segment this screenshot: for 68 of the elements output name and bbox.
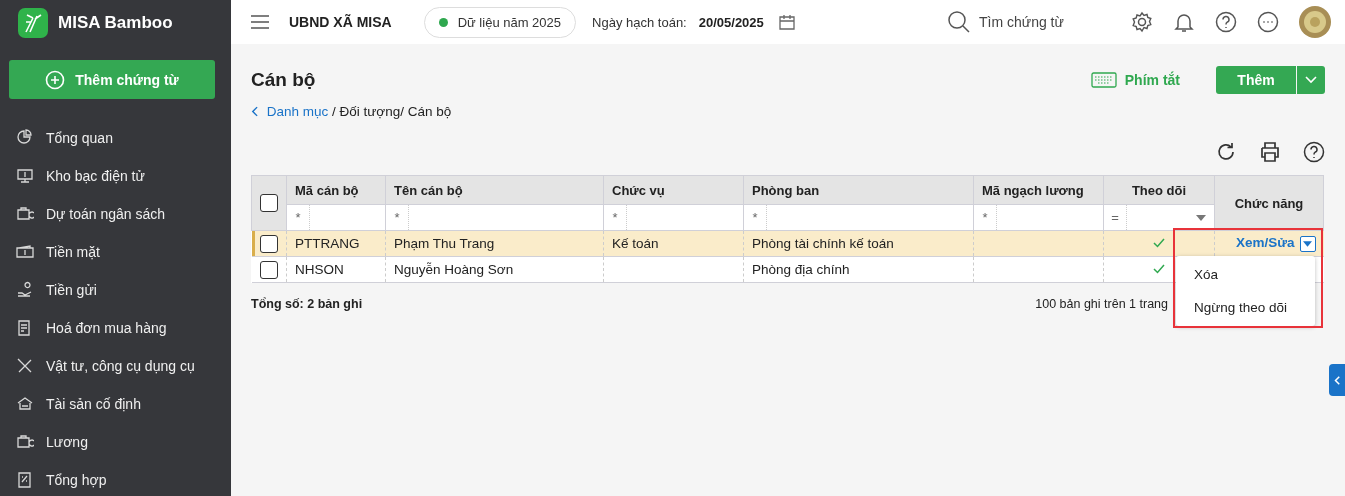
bamboo-logo-icon: [18, 8, 48, 38]
table-cell: Phạm Thu Trang: [394, 236, 495, 251]
column-header: Mã cán bộ: [286, 175, 386, 205]
table-cell: PTTRANG: [295, 236, 360, 251]
breadcrumb-link[interactable]: Danh mục: [251, 104, 329, 119]
menu-item-icon: [16, 395, 34, 413]
menu-item-icon: [16, 471, 34, 489]
column-header: Chức năng: [1214, 175, 1324, 231]
notification-bell-icon[interactable]: [1173, 11, 1195, 33]
table-cell: Phòng tài chính kế toán: [752, 236, 894, 251]
column-header: Tên cán bộ: [385, 175, 604, 205]
calendar-icon[interactable]: [777, 13, 796, 31]
menu-item-icon: [16, 167, 34, 185]
table-cell: Nguyễn Hoàng Sơn: [394, 262, 514, 277]
panel-toggle-button[interactable]: [1329, 364, 1345, 396]
sidebar-item[interactable]: Tổng hợp: [0, 461, 231, 496]
menu-item-icon: [16, 205, 34, 223]
menu-item-icon: [16, 243, 34, 261]
table-cell: NHSON: [295, 262, 344, 277]
search-icon: [947, 10, 971, 34]
sidebar-item[interactable]: Tài sản cố định: [0, 385, 231, 423]
table-cell: Phòng địa chính: [752, 262, 850, 277]
menu-item[interactable]: Ngừng theo dõi: [1176, 291, 1315, 324]
help-icon[interactable]: [1303, 141, 1325, 163]
settings-icon[interactable]: [1131, 11, 1153, 33]
keyboard-icon: [1090, 72, 1117, 88]
print-icon[interactable]: [1259, 141, 1281, 163]
user-avatar[interactable]: [1299, 6, 1331, 38]
plus-circle-icon: [45, 69, 66, 90]
breadcrumb-path: / Đối tượng/ Cán bộ: [331, 104, 452, 119]
data-year-selector[interactable]: Dữ liệu năm 2025: [423, 6, 577, 38]
sidebar-item[interactable]: Hoá đơn mua hàng: [0, 309, 231, 347]
posting-date: 20/05/2025: [698, 14, 764, 30]
select-all-checkbox[interactable]: [260, 194, 278, 212]
more-options-icon[interactable]: [1257, 11, 1279, 33]
sidebar-item[interactable]: Dự toán ngân sách: [0, 195, 231, 233]
row-checkbox[interactable]: [259, 260, 278, 279]
menu-item-icon: [16, 357, 34, 375]
sidebar-item[interactable]: Tiền gửi: [0, 271, 231, 309]
chevron-left-icon: [251, 106, 258, 117]
column-header: Chức vụ: [603, 175, 744, 205]
chevron-left-icon: [1334, 375, 1340, 385]
page-title: Cán bộ: [251, 69, 316, 91]
help-icon[interactable]: [1215, 11, 1237, 33]
menu-item-icon: [16, 433, 34, 451]
sidebar-item[interactable]: Tiền mặt: [0, 233, 231, 271]
posting-date-label: Ngày hạch toán:: [592, 14, 687, 30]
action-dropdown-button[interactable]: [1299, 235, 1316, 252]
column-header: Theo dõi: [1103, 175, 1215, 205]
caret-icon: [1303, 240, 1312, 247]
record-total: Tổng số: 2 bản ghi: [251, 297, 363, 311]
refresh-icon[interactable]: [1215, 141, 1237, 163]
row-checkbox[interactable]: [259, 234, 278, 253]
app-name: MISA Bamboo: [58, 13, 173, 33]
menu-item-icon: [16, 129, 34, 147]
page-size-label: 100 bản ghi trên 1 trang: [1035, 297, 1168, 311]
column-header: Mã ngạch lương: [973, 175, 1104, 205]
chevron-down-icon: [1305, 76, 1317, 84]
column-header: Phòng ban: [743, 175, 974, 205]
sidebar-item[interactable]: Tổng quan: [0, 119, 231, 157]
sidebar-item[interactable]: Vật tư, công cụ dụng cụ: [0, 347, 231, 385]
table-cell: Kế toán: [612, 236, 659, 251]
table-row[interactable]: PTTRANG Phạm Thu Trang Kế toán Phòng tài chính kế toán Xem/Sửa: [251, 230, 1324, 257]
organization-name: UBND XÃ MISA: [289, 14, 392, 30]
sidebar-item[interactable]: Lương: [0, 423, 231, 461]
menu-icon[interactable]: [251, 15, 269, 29]
menu-item-icon: [16, 281, 34, 299]
sidebar-item[interactable]: Kho bạc điện tử: [0, 157, 231, 195]
